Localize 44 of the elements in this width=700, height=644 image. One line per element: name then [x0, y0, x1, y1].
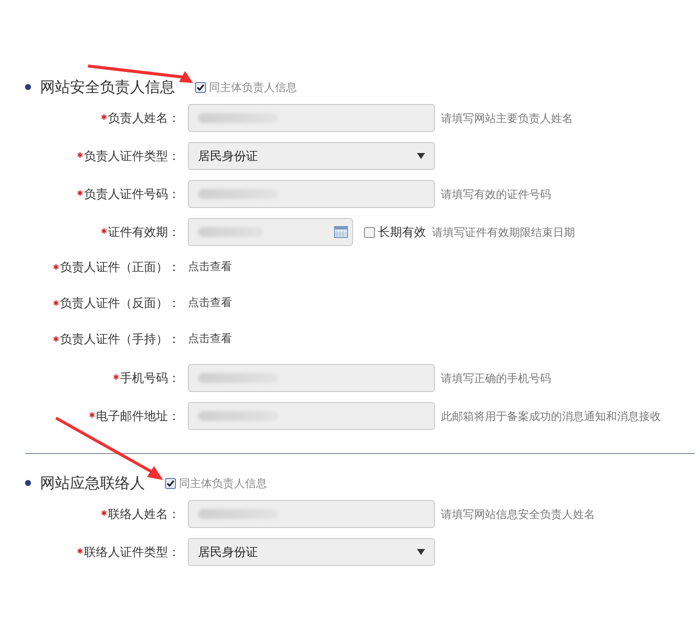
caret-icon: [417, 153, 425, 159]
check-icon: [166, 478, 175, 488]
field-label: 负责人证件（手持）：: [60, 331, 180, 348]
select-field[interactable]: 居民身份证: [188, 538, 435, 566]
field-hint: 请填写网站信息安全负责人姓名: [441, 506, 595, 522]
field-label: 证件有效期：: [108, 224, 180, 240]
select-field[interactable]: 居民身份证: [188, 142, 435, 170]
input-field[interactable]: [188, 500, 435, 528]
view-link[interactable]: 点击查看: [188, 331, 232, 346]
checkbox[interactable]: [364, 226, 375, 238]
field-hint: 请填写证件有效期限结束日期: [432, 224, 575, 240]
field-hint: 请填写正确的手机号码: [441, 370, 551, 386]
field-label: 联络人姓名：: [108, 506, 180, 522]
checkbox-label: 长期有效: [378, 224, 426, 240]
caret-icon: [417, 549, 425, 555]
field-label: 负责人证件类型：: [84, 148, 180, 164]
field-label: 电子邮件地址：: [96, 408, 180, 424]
field-hint: 请填写网站主要负责人姓名: [441, 110, 573, 126]
field-label: 负责人证件（正面）：: [60, 259, 180, 276]
field-label: 联络人证件类型：: [84, 544, 180, 560]
view-link[interactable]: 点击查看: [188, 259, 232, 274]
redacted-value: [198, 227, 263, 237]
checkbox-label: 同主体负责人信息: [179, 476, 267, 490]
field-hint: 此邮箱将用于备案成功的消息通知和消息接收: [441, 408, 661, 424]
field-label: 手机号码：: [120, 370, 180, 386]
input-field[interactable]: [188, 402, 435, 430]
field-label: 负责人姓名：: [108, 110, 180, 126]
bullet-icon: [25, 480, 31, 486]
view-link[interactable]: 点击查看: [188, 295, 232, 310]
section-title: 网站安全负责人信息: [40, 78, 175, 96]
checkbox-label: 同主体负责人信息: [209, 80, 297, 94]
input-field[interactable]: [188, 180, 435, 208]
calendar-icon: [334, 226, 348, 238]
section-title: 网站应急联络人: [40, 474, 145, 492]
field-label: 负责人证件号码：: [84, 186, 180, 202]
input-field[interactable]: [188, 364, 435, 392]
bullet-icon: [25, 84, 31, 90]
check-icon: [196, 82, 205, 92]
checkbox[interactable]: [165, 478, 176, 488]
input-field[interactable]: [188, 104, 435, 132]
field-label: 负责人证件（反面）：: [60, 295, 180, 312]
date-field[interactable]: [188, 218, 353, 246]
checkbox[interactable]: [195, 82, 206, 92]
field-hint: 请填写有效的证件号码: [441, 186, 551, 202]
